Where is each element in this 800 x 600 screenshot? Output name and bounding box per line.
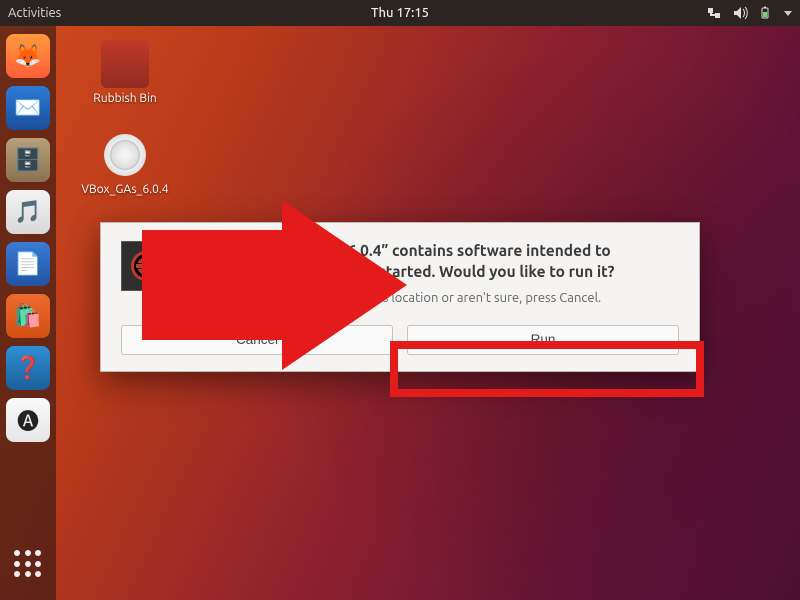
dialog-subtext: If you don't trust this location or aren… — [189, 291, 679, 305]
system-menu-chevron-icon[interactable] — [784, 11, 792, 16]
desktop-icon-vbox-disc[interactable]: VBox_GAs_6.0.4 — [80, 131, 170, 196]
activities-button[interactable]: Activities — [8, 6, 61, 20]
trash-icon — [101, 40, 149, 88]
files-icon: 🗄️ — [14, 147, 41, 173]
desktop-icon-rubbish-bin[interactable]: Rubbish Bin — [80, 40, 170, 105]
firefox-icon: 🦊 — [14, 43, 41, 69]
volume-icon[interactable] — [732, 6, 748, 20]
run-button[interactable]: Run — [407, 325, 679, 355]
desktop-icon-label: VBox_GAs_6.0.4 — [80, 183, 170, 196]
launcher-rhythmbox[interactable]: 🎵 — [6, 190, 50, 234]
top-panel: Activities Thu 17:15 — [0, 0, 800, 26]
amazon-icon: 🅐 — [17, 404, 39, 436]
desktop-icon-label: Rubbish Bin — [80, 92, 170, 105]
launcher-software[interactable]: 🛍️ — [6, 294, 50, 338]
launcher-firefox[interactable]: 🦊 — [6, 34, 50, 78]
launcher-writer[interactable]: 📄 — [6, 242, 50, 286]
desktop: Rubbish Bin VBox_GAs_6.0.4 — [80, 40, 170, 196]
dialog-title: “VBox_GAs_6.0.4” contains software inten… — [189, 241, 679, 283]
document-icon: 📄 — [14, 251, 41, 277]
cancel-button[interactable]: Cancel — [121, 325, 393, 355]
show-applications-button[interactable] — [6, 542, 50, 586]
launcher-files[interactable]: 🗄️ — [6, 138, 50, 182]
launcher-help[interactable]: ❓ — [6, 346, 50, 390]
launcher-dock: 🦊 ✉️ 🗄️ 🎵 📄 🛍️ ❓ 🅐 — [0, 26, 56, 600]
dialog-warning-icon — [121, 241, 171, 291]
autorun-dialog: “VBox_GAs_6.0.4” contains software inten… — [100, 222, 700, 372]
network-icon[interactable] — [706, 6, 722, 20]
thunderbird-icon: ✉️ — [14, 95, 41, 121]
launcher-amazon[interactable]: 🅐 — [6, 398, 50, 442]
clock[interactable]: Thu 17:15 — [371, 6, 429, 20]
battery-icon[interactable] — [758, 6, 774, 20]
apps-grid-icon — [14, 550, 42, 578]
launcher-thunderbird[interactable]: ✉️ — [6, 86, 50, 130]
help-icon: ❓ — [14, 355, 41, 381]
software-icon: 🛍️ — [14, 303, 41, 329]
system-tray[interactable] — [706, 6, 792, 20]
optical-disc-icon — [101, 131, 149, 179]
music-icon: 🎵 — [14, 199, 41, 225]
